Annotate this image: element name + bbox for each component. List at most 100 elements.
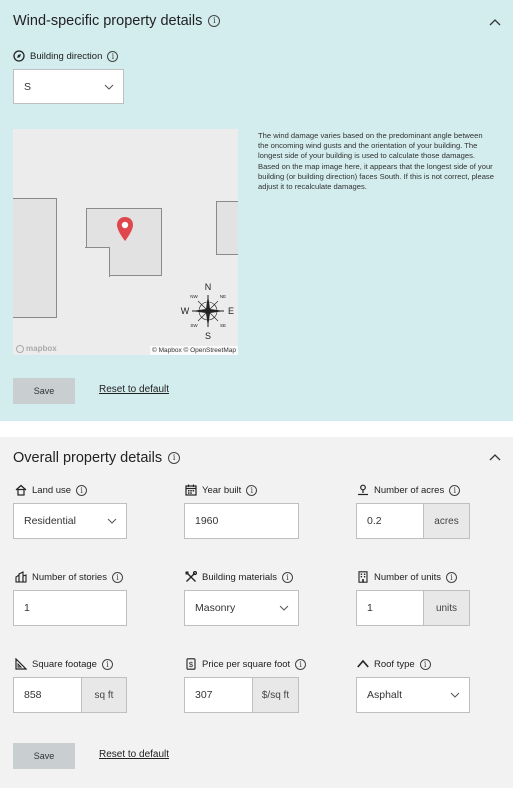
year-built-label: Year built i bbox=[185, 484, 258, 496]
info-icon[interactable]: i bbox=[101, 658, 113, 670]
roof-type-value: Asphalt bbox=[367, 689, 403, 701]
square-footage-input[interactable]: 858 bbox=[13, 677, 82, 713]
chevron-down-icon bbox=[104, 84, 114, 90]
number-of-acres-input[interactable]: 0.2 bbox=[356, 503, 424, 539]
number-of-acres-label-text: Number of acres bbox=[374, 484, 445, 496]
sq-ft-unit: sq ft bbox=[82, 677, 127, 713]
price-per-square-foot-value: 307 bbox=[195, 689, 213, 701]
info-icon[interactable]: i bbox=[246, 484, 258, 496]
map-building-edge bbox=[109, 247, 110, 277]
building-icon bbox=[358, 571, 368, 583]
building-materials-value: Masonry bbox=[195, 602, 236, 614]
price-per-square-foot-label-text: Price per square foot bbox=[202, 658, 291, 670]
overall-section: Overall property details i Land use i Re… bbox=[0, 437, 513, 788]
roof-icon bbox=[357, 659, 369, 668]
price-per-square-foot-input[interactable]: 307 bbox=[184, 677, 253, 713]
info-icon[interactable]: i bbox=[76, 484, 88, 496]
wind-save-button[interactable]: Save bbox=[13, 378, 75, 404]
square-footage-label: Square footage i bbox=[15, 658, 113, 670]
info-icon[interactable]: i bbox=[281, 571, 293, 583]
info-icon[interactable]: i bbox=[111, 571, 123, 583]
property-map[interactable]: N S W E NW NE SW SE mapbox © Mapbox © Op… bbox=[13, 129, 238, 355]
mapbox-logo[interactable]: mapbox bbox=[16, 344, 57, 353]
overall-section-title: Overall property details i bbox=[13, 450, 181, 466]
building-direction-label-text: Building direction bbox=[30, 50, 103, 62]
roof-type-select[interactable]: Asphalt bbox=[356, 677, 470, 713]
building-direction-label: Building direction i bbox=[13, 50, 119, 62]
chevron-up-icon[interactable] bbox=[488, 452, 502, 462]
wind-section: Wind-specific property details i Buildin… bbox=[0, 0, 513, 421]
land-use-label: Land use i bbox=[15, 484, 88, 496]
stories-icon bbox=[15, 571, 27, 583]
info-icon[interactable]: i bbox=[168, 452, 181, 464]
number-of-units-label-text: Number of units bbox=[374, 571, 442, 583]
info-icon[interactable]: i bbox=[419, 658, 431, 670]
compass-label-w: W bbox=[181, 306, 190, 316]
building-materials-select[interactable]: Masonry bbox=[184, 590, 299, 626]
compass-icon bbox=[13, 50, 25, 62]
price-unit: $/sq ft bbox=[253, 677, 299, 713]
map-building-edge bbox=[85, 247, 110, 248]
year-built-input[interactable]: 1960 bbox=[184, 503, 299, 539]
info-icon[interactable]: i bbox=[295, 658, 307, 670]
house-icon bbox=[15, 484, 27, 496]
acres-unit: acres bbox=[424, 503, 470, 539]
calendar-icon bbox=[185, 484, 197, 496]
map-attribution[interactable]: © Mapbox © OpenStreetMap bbox=[149, 346, 238, 355]
info-icon[interactable]: i bbox=[446, 571, 458, 583]
number-of-stories-value: 1 bbox=[24, 602, 30, 614]
overall-reset-link[interactable]: Reset to default bbox=[99, 749, 169, 760]
building-materials-label: Building materials i bbox=[185, 571, 293, 583]
square-footage-label-text: Square footage bbox=[32, 658, 97, 670]
ruler-triangle-icon bbox=[15, 658, 27, 670]
compass-label-e: E bbox=[228, 306, 234, 316]
building-materials-label-text: Building materials bbox=[202, 571, 277, 583]
year-built-label-text: Year built bbox=[202, 484, 242, 496]
number-of-stories-input[interactable]: 1 bbox=[13, 590, 127, 626]
land-use-label-text: Land use bbox=[32, 484, 72, 496]
mapbox-logo-icon bbox=[16, 344, 24, 353]
chevron-down-icon bbox=[450, 692, 460, 698]
tools-icon bbox=[185, 571, 197, 582]
overall-save-button[interactable]: Save bbox=[13, 743, 75, 769]
land-use-select[interactable]: Residential bbox=[13, 503, 127, 539]
number-of-stories-label-text: Number of stories bbox=[32, 571, 107, 583]
info-icon[interactable]: i bbox=[449, 484, 461, 496]
compass-label-sw: SW bbox=[190, 323, 198, 328]
building-direction-value: S bbox=[24, 80, 32, 93]
svg-text:$: $ bbox=[189, 660, 194, 669]
compass-label-n: N bbox=[205, 282, 212, 292]
number-of-stories-label: Number of stories i bbox=[15, 571, 123, 583]
map-building bbox=[216, 201, 238, 255]
year-built-value: 1960 bbox=[195, 515, 219, 527]
map-building-notch bbox=[85, 247, 109, 277]
chevron-down-icon bbox=[107, 518, 117, 524]
number-of-units-label: Number of units i bbox=[357, 571, 458, 583]
compass-label-ne: NE bbox=[220, 294, 226, 299]
wind-section-title: Wind-specific property details i bbox=[13, 13, 221, 29]
chevron-up-icon[interactable] bbox=[488, 17, 502, 27]
map-building bbox=[13, 198, 57, 318]
number-of-acres-value: 0.2 bbox=[367, 515, 382, 527]
number-of-acres-label: Number of acres i bbox=[357, 484, 461, 496]
chevron-down-icon bbox=[279, 605, 289, 611]
roof-type-label: Roof type i bbox=[357, 658, 431, 670]
compass-label-nw: NW bbox=[190, 294, 198, 299]
number-of-units-input[interactable]: 1 bbox=[356, 590, 424, 626]
units-unit: units bbox=[424, 590, 470, 626]
compass-rose-icon: N S W E NW NE SW SE bbox=[181, 282, 234, 340]
wind-reset-link[interactable]: Reset to default bbox=[99, 384, 169, 395]
price-tag-icon: $ bbox=[186, 658, 196, 670]
number-of-units-value: 1 bbox=[367, 602, 373, 614]
land-use-value: Residential bbox=[24, 515, 76, 527]
compass-label-se: SE bbox=[220, 323, 226, 328]
wind-section-title-text: Wind-specific property details bbox=[13, 13, 203, 29]
roof-type-label-text: Roof type bbox=[374, 658, 415, 670]
square-footage-value: 858 bbox=[24, 689, 42, 701]
info-icon[interactable]: i bbox=[107, 50, 119, 62]
location-area-icon bbox=[358, 484, 368, 496]
building-direction-select[interactable]: S bbox=[13, 69, 124, 104]
overall-section-title-text: Overall property details bbox=[13, 450, 163, 466]
wind-description: The wind damage varies based on the pred… bbox=[258, 131, 494, 192]
info-icon[interactable]: i bbox=[208, 15, 221, 27]
